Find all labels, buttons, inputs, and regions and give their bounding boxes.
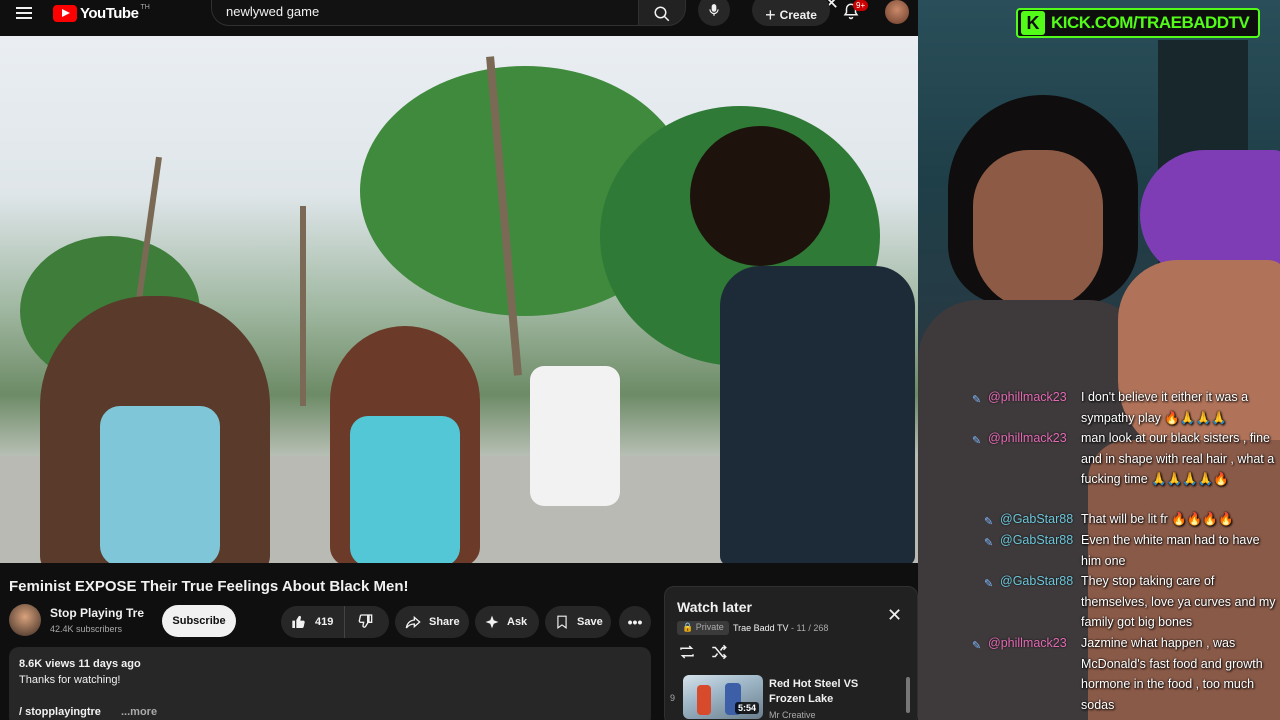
notification-count-badge: 9+ [853, 0, 869, 11]
ask-label: Ask [507, 616, 528, 628]
account-avatar[interactable] [885, 0, 909, 24]
chat-badge-icon: ✎ [972, 394, 982, 406]
search-button[interactable] [638, 0, 686, 26]
subscribe-button[interactable]: Subscribe [162, 605, 236, 637]
like-button[interactable]: 419 [281, 606, 345, 638]
privacy-label: Private [695, 622, 724, 632]
thumbs-down-icon [358, 613, 373, 628]
chat-username: @phillmack23 [988, 390, 1067, 404]
kick-logo-icon: K [1021, 11, 1045, 35]
youtube-logo[interactable]: YouTube TH [53, 3, 150, 23]
logo-country-code: TH [140, 3, 150, 11]
channel-name[interactable]: Stop Playing Tre [50, 606, 144, 620]
kick-channel-banner: K KICK.COM/TRAEBADDTV [1016, 8, 1260, 38]
bookmark-icon [557, 615, 567, 629]
playlist-title[interactable]: Watch later [677, 599, 752, 615]
description-link[interactable]: / stopplayingtre [19, 706, 101, 718]
playlist-item-title[interactable]: Red Hot Steel VS Frozen Lake [769, 677, 889, 707]
channel-avatar[interactable] [9, 604, 41, 636]
save-button[interactable]: Save [545, 606, 611, 638]
playlist-scrollbar[interactable] [906, 677, 910, 713]
video-scene-person [720, 266, 915, 563]
top-bar: YouTube TH ✕ + Create 9+ [0, 0, 918, 26]
description-text: Thanks for watching! [19, 674, 121, 686]
sparkle-icon [485, 615, 499, 629]
stream-webcam-panel: K KICK.COM/TRAEBADDTV ✎ @phillmack23 I d… [918, 0, 1280, 720]
search-input[interactable] [226, 4, 596, 19]
chat-badge-icon: ✎ [972, 435, 982, 447]
chat-message: They stop taking care of themselves, lov… [1081, 574, 1276, 629]
video-scene-palm [300, 206, 306, 406]
video-scene-person [690, 126, 830, 266]
logo-text: YouTube [80, 4, 139, 22]
chat-username: @phillmack23 [988, 431, 1067, 445]
video-scene-person [350, 416, 460, 563]
chat-username: @GabStar88 [1000, 512, 1074, 526]
playlist-owner-and-position: Trae Badd TV - 11 / 268 [733, 623, 829, 633]
kick-channel-url: KICK.COM/TRAEBADDTV [1051, 13, 1250, 32]
dislike-button[interactable] [345, 613, 373, 632]
video-player[interactable] [0, 36, 918, 563]
thumbnail-figure [697, 685, 711, 715]
ask-button[interactable]: Ask [475, 606, 539, 638]
chat-username: @GabStar88 [1000, 574, 1074, 588]
video-scene-person [530, 366, 620, 506]
privacy-badge: 🔒 Private [677, 621, 729, 635]
show-more-link[interactable]: ...more [121, 706, 157, 718]
playlist-item-channel: Mr Creative [769, 710, 816, 720]
chat-username: @phillmack23 [988, 636, 1067, 650]
chat-username: @GabStar88 [1000, 533, 1074, 547]
shuffle-icon[interactable] [709, 643, 729, 661]
webcam-person-left-face [973, 150, 1103, 310]
chat-message: man look at our black sisters , fine and… [1081, 431, 1275, 486]
description-box[interactable]: 8.6K views 11 days ago Thanks for watchi… [9, 647, 651, 720]
microphone-icon [709, 4, 719, 16]
share-button[interactable]: Share [395, 606, 469, 638]
watch-later-playlist-panel: Watch later ✕ 🔒 Private Trae Badd TV - 1… [664, 586, 918, 720]
channel-subscriber-count: 42.4K subscribers [50, 624, 123, 634]
more-actions-button[interactable]: ••• [619, 606, 651, 638]
search-box[interactable]: ✕ [211, 0, 839, 26]
chat-badge-icon: ✎ [972, 640, 982, 652]
create-button[interactable]: + Create [752, 0, 830, 26]
close-playlist-icon[interactable]: ✕ [887, 605, 902, 626]
chat-message: Jazmine what happen , was McDonald's fas… [1081, 636, 1263, 712]
voice-search-button[interactable] [698, 0, 730, 26]
plus-icon: + [765, 5, 776, 25]
chat-badge-icon: ✎ [984, 537, 994, 549]
chat-badge-icon: ✎ [984, 578, 994, 590]
chat-badge-icon: ✎ [984, 516, 994, 528]
chat-message: Even the white man had to have him one [1081, 533, 1260, 568]
chat-message: That will be lit fr 🔥🔥🔥🔥 [1081, 512, 1234, 526]
search-icon [654, 6, 670, 22]
view-count-and-date: 8.6K views 11 days ago [19, 658, 141, 670]
thumbs-up-icon [292, 615, 305, 629]
video-title: Feminist EXPOSE Their True Feelings Abou… [9, 578, 409, 595]
share-label: Share [429, 616, 460, 628]
loop-icon[interactable] [677, 643, 697, 661]
chat-message: I don't believe it either it was a sympa… [1081, 390, 1249, 425]
more-horizontal-icon: ••• [627, 614, 643, 630]
like-count: 419 [315, 616, 334, 628]
video-scene-person [100, 406, 220, 563]
playlist-item-duration: 5:54 [735, 702, 760, 714]
playlist-position: 11 / 268 [796, 623, 829, 633]
menu-icon[interactable] [16, 4, 34, 20]
youtube-window: YouTube TH ✕ + Create 9+ [0, 0, 918, 720]
create-label: Create [779, 8, 817, 22]
youtube-play-icon [53, 4, 77, 22]
like-dislike-group: 419 [281, 606, 389, 638]
save-label: Save [577, 616, 603, 628]
playlist-item-index: 9 [670, 693, 676, 703]
playlist-owner[interactable]: Trae Badd TV [733, 623, 789, 633]
share-icon [405, 615, 421, 629]
